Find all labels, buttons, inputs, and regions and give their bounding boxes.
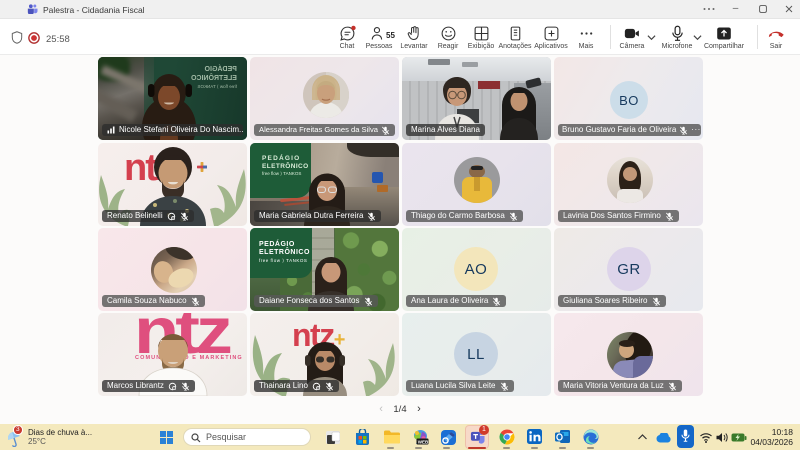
svg-text:WEB: WEB	[418, 439, 429, 444]
